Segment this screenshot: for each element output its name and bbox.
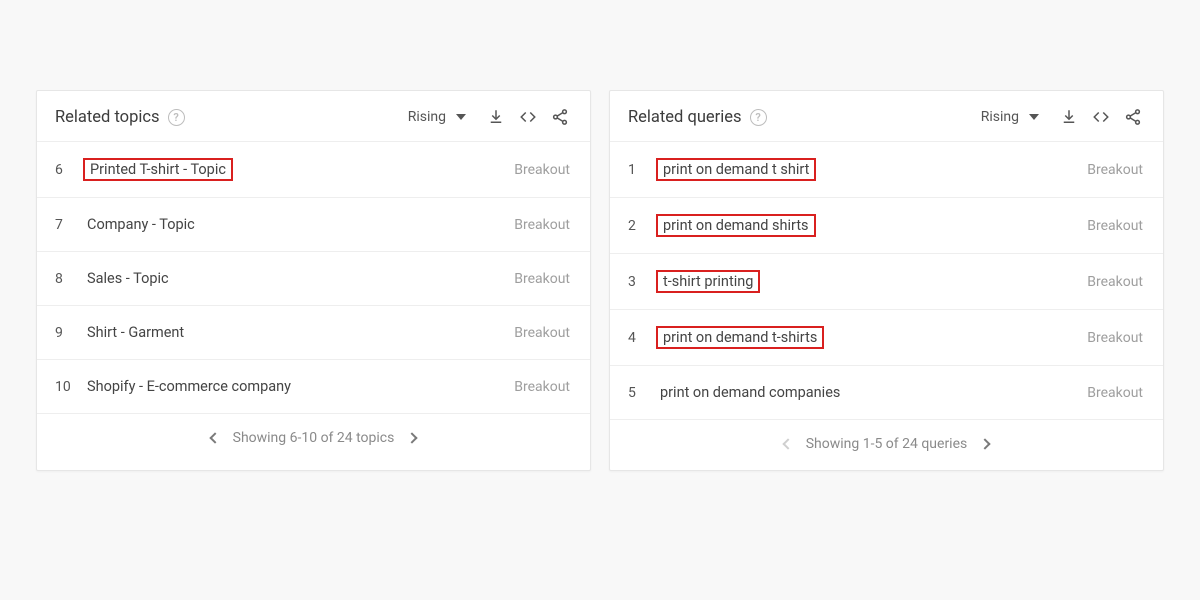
metric-value: Breakout xyxy=(1087,218,1143,234)
list-item[interactable]: 6 Printed T-shirt - Topic Breakout xyxy=(37,142,590,198)
chevron-right-icon xyxy=(407,432,418,443)
chevron-left-icon xyxy=(782,438,793,449)
metric-value: Breakout xyxy=(1087,385,1143,401)
pager: Showing 6-10 of 24 topics xyxy=(37,414,590,464)
rank: 3 xyxy=(628,274,656,290)
pager: Showing 1-5 of 24 queries xyxy=(610,420,1163,470)
panel-title: Related topics xyxy=(55,108,160,127)
topics-rows: 6 Printed T-shirt - Topic Breakout 7 Com… xyxy=(37,142,590,414)
next-button[interactable] xyxy=(408,434,416,442)
list-item[interactable]: 2 print on demand shirts Breakout xyxy=(610,198,1163,254)
metric-value: Breakout xyxy=(1087,162,1143,178)
chevron-right-icon xyxy=(980,438,991,449)
chevron-left-icon xyxy=(209,432,220,443)
metric-value: Breakout xyxy=(514,162,570,178)
prev-button xyxy=(784,440,792,448)
topic-label: Shirt - Garment xyxy=(83,322,188,343)
related-topics-panel: Related topics ? Rising xyxy=(36,90,591,471)
queries-rows: 1 print on demand t shirt Breakout 2 pri… xyxy=(610,142,1163,420)
pager-text: Showing 6-10 of 24 topics xyxy=(233,430,395,446)
metric-value: Breakout xyxy=(514,325,570,341)
download-icon[interactable] xyxy=(1057,105,1081,129)
rank: 9 xyxy=(55,325,83,341)
query-label: print on demand t-shirts xyxy=(656,326,824,349)
list-item[interactable]: 9 Shirt - Garment Breakout xyxy=(37,306,590,360)
panel-header: Related topics ? Rising xyxy=(37,91,590,142)
metric-value: Breakout xyxy=(1087,330,1143,346)
panel-header: Related queries ? Rising xyxy=(610,91,1163,142)
rank: 10 xyxy=(55,379,83,395)
metric-value: Breakout xyxy=(1087,274,1143,290)
panel-title: Related queries xyxy=(628,108,742,127)
next-button[interactable] xyxy=(981,440,989,448)
metric-value: Breakout xyxy=(514,217,570,233)
share-icon[interactable] xyxy=(548,105,572,129)
related-queries-panel: Related queries ? Rising xyxy=(609,90,1164,471)
list-item[interactable]: 8 Sales - Topic Breakout xyxy=(37,252,590,306)
chevron-down-icon[interactable] xyxy=(456,114,466,120)
query-label: print on demand companies xyxy=(656,382,844,403)
share-icon[interactable] xyxy=(1121,105,1145,129)
rank: 2 xyxy=(628,218,656,234)
chevron-down-icon[interactable] xyxy=(1029,114,1039,120)
query-label: t-shirt printing xyxy=(656,270,760,293)
sort-dropdown-label[interactable]: Rising xyxy=(981,109,1019,125)
help-icon[interactable]: ? xyxy=(168,109,185,126)
download-icon[interactable] xyxy=(484,105,508,129)
help-icon[interactable]: ? xyxy=(750,109,767,126)
rank: 7 xyxy=(55,217,83,233)
topic-label: Company - Topic xyxy=(83,214,199,235)
embed-icon[interactable] xyxy=(1089,105,1113,129)
metric-value: Breakout xyxy=(514,271,570,287)
query-label: print on demand shirts xyxy=(656,214,816,237)
rank: 5 xyxy=(628,385,656,401)
list-item[interactable]: 4 print on demand t-shirts Breakout xyxy=(610,310,1163,366)
sort-dropdown-label[interactable]: Rising xyxy=(408,109,446,125)
list-item[interactable]: 7 Company - Topic Breakout xyxy=(37,198,590,252)
rank: 4 xyxy=(628,330,656,346)
embed-icon[interactable] xyxy=(516,105,540,129)
rank: 6 xyxy=(55,162,83,178)
topic-label: Shopify - E-commerce company xyxy=(83,376,295,397)
pager-text: Showing 1-5 of 24 queries xyxy=(806,436,968,452)
prev-button[interactable] xyxy=(211,434,219,442)
rank: 1 xyxy=(628,162,656,178)
list-item[interactable]: 1 print on demand t shirt Breakout xyxy=(610,142,1163,198)
rank: 8 xyxy=(55,271,83,287)
list-item[interactable]: 3 t-shirt printing Breakout xyxy=(610,254,1163,310)
topic-label: Printed T-shirt - Topic xyxy=(83,158,233,181)
list-item[interactable]: 5 print on demand companies Breakout xyxy=(610,366,1163,420)
metric-value: Breakout xyxy=(514,379,570,395)
list-item[interactable]: 10 Shopify - E-commerce company Breakout xyxy=(37,360,590,414)
topic-label: Sales - Topic xyxy=(83,268,173,289)
query-label: print on demand t shirt xyxy=(656,158,816,181)
